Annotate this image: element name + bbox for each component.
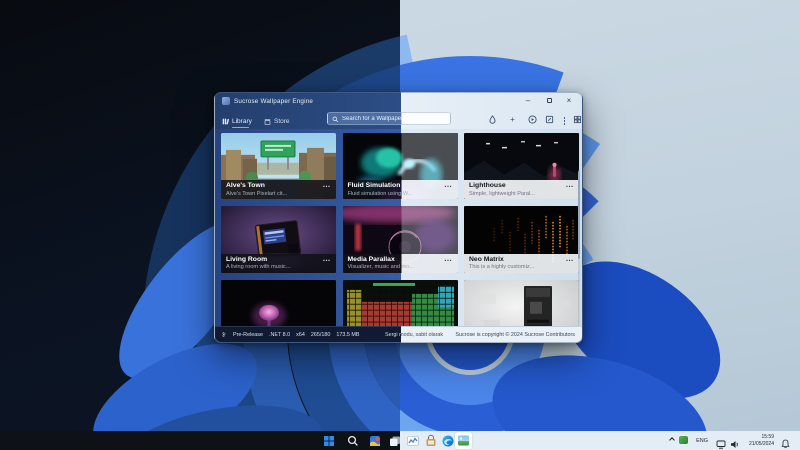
active-app-sucrose[interactable] (455, 432, 472, 449)
card-label: Neo Matrix This is a highly customiz... … (464, 254, 579, 273)
search-taskbar-button[interactable] (346, 434, 360, 448)
task-view-icon (388, 434, 402, 448)
wallpaper-card-alves-town[interactable]: Alve's Town Alve's Town Pixelart cit... … (221, 133, 336, 200)
report-icon[interactable] (544, 114, 555, 125)
tray-time: 15:59 (749, 434, 774, 441)
card-description: This is a highly customiz... (469, 264, 534, 270)
settings-icon[interactable] (572, 114, 583, 125)
wallpaper-card-neo-matrix[interactable]: Neo Matrix This is a highly customiz... … (464, 206, 579, 273)
droplet-icon[interactable] (487, 114, 498, 125)
scrollbar-thumb[interactable] (578, 171, 581, 259)
status-message: Sergi modu, sabit olarak (385, 332, 443, 338)
edge-icon (441, 434, 455, 448)
performance-icon (406, 434, 420, 448)
more-icon[interactable] (559, 114, 570, 125)
card-description: Alve's Town Pixelart cit... (226, 191, 287, 197)
search-icon (346, 434, 360, 448)
card-title: Fluid Simulation (348, 182, 401, 189)
close-button[interactable]: × (561, 95, 577, 107)
network-icon[interactable] (716, 436, 726, 445)
card-label: Media Parallax Visualizer, music and mo.… (343, 254, 458, 273)
volume-icon[interactable] (730, 436, 740, 445)
statusbar: Pre-Release .NET 8.0 x64 265/180 173.5 M… (215, 326, 582, 342)
card-title: Living Room (226, 256, 267, 263)
wallpaper-card-motherboard[interactable] (464, 280, 579, 329)
widgets-button[interactable] (368, 434, 382, 448)
status-left: Pre-Release .NET 8.0 x64 265/180 173.5 M… (222, 332, 359, 338)
active-tab-indicator (232, 127, 249, 129)
thumbnail-glow-flower (221, 280, 336, 329)
card-menu-button[interactable]: … (323, 254, 332, 263)
minimize-button[interactable]: – (520, 95, 536, 107)
maximize-button[interactable] (541, 95, 557, 107)
card-title: Lighthouse (469, 182, 506, 189)
card-description: A living room with music... (226, 264, 290, 270)
search-box[interactable] (327, 112, 451, 125)
search-icon (332, 116, 339, 123)
status-dotnet: .NET 8.0 (269, 332, 290, 338)
wallpaper-card-fluid-simulation[interactable]: Fluid Simulation Fluid simulation using … (343, 133, 458, 200)
store-bag-icon (424, 434, 438, 448)
wallpaper-grid: Alve's Town Alve's Town Pixelart cit... … (215, 129, 582, 328)
task-manager-button[interactable] (406, 434, 420, 448)
chevron-up-icon (669, 437, 675, 443)
start-button[interactable] (322, 434, 336, 448)
card-menu-button[interactable]: … (323, 180, 332, 189)
wallpaper-card-living-room[interactable]: Living Room A living room with music... … (221, 206, 336, 273)
tray-overflow-chevron[interactable] (670, 437, 676, 443)
window-title: Sucrose Wallpaper Engine (234, 98, 313, 105)
card-description: Fluid simulation using W... (348, 191, 413, 197)
add-wallpaper-icon[interactable]: + (507, 114, 518, 125)
widgets-icon (368, 434, 382, 448)
card-description: Visualizer, music and mo... (348, 264, 414, 270)
taskbar: ENG 15:59 21/05/2024 (0, 431, 800, 450)
card-title: Alve's Town (226, 182, 265, 189)
tray-sucrose-icon[interactable] (679, 436, 688, 444)
notification-bell-icon[interactable] (781, 436, 790, 446)
language-indicator[interactable]: ENG (696, 438, 708, 444)
card-menu-button[interactable]: … (444, 254, 453, 263)
status-arch: x64 (296, 332, 305, 338)
edge-button[interactable] (441, 434, 455, 448)
desktop: Sucrose Wallpaper Engine – × Library Sto… (0, 0, 800, 450)
task-view-button[interactable] (388, 434, 402, 448)
status-count: 265/180 (311, 332, 331, 338)
wallpaper-card-lighthouse[interactable]: Lighthouse Simple, lightweight Paral... … (464, 133, 579, 200)
app-window: Sucrose Wallpaper Engine – × Library Sto… (214, 92, 583, 343)
card-title: Media Parallax (348, 256, 395, 263)
card-label: Lighthouse Simple, lightweight Paral... … (464, 180, 579, 199)
status-copyright: Sucrose is copyright © 2024 Sucrose Cont… (455, 332, 575, 338)
card-menu-button[interactable]: … (566, 254, 575, 263)
card-menu-button[interactable]: … (566, 180, 575, 189)
wallpaper-card-media-parallax[interactable]: Media Parallax Visualizer, music and mo.… (343, 206, 458, 273)
wallpaper-app-icon (457, 434, 470, 447)
play-icon[interactable] (527, 114, 538, 125)
titlebar[interactable]: Sucrose Wallpaper Engine – × (215, 93, 582, 109)
wallpaper-card-periodic-table[interactable] (343, 280, 458, 329)
store-icon (264, 118, 271, 125)
app-icon (222, 97, 230, 105)
status-memory: 173.5 MB (336, 332, 359, 338)
windows-logo-icon (322, 434, 336, 448)
tab-library[interactable]: Library (222, 115, 252, 127)
card-label: Living Room A living room with music... … (221, 254, 336, 273)
library-icon (222, 118, 229, 125)
card-label: Alve's Town Alve's Town Pixelart cit... … (221, 180, 336, 199)
card-title: Neo Matrix (469, 256, 504, 263)
tray-date: 21/05/2024 (749, 441, 774, 448)
store-button[interactable] (424, 434, 438, 448)
thumbnail-periodic-table (343, 280, 458, 329)
status-release: Pre-Release (233, 332, 263, 338)
card-label: Fluid Simulation Fluid simulation using … (343, 180, 458, 199)
thumbnail-motherboard (464, 280, 579, 329)
tab-store[interactable]: Store (264, 115, 290, 127)
card-menu-button[interactable]: … (444, 180, 453, 189)
search-input[interactable] (342, 113, 422, 124)
card-description: Simple, lightweight Paral... (469, 191, 535, 197)
clock[interactable]: 15:59 21/05/2024 (749, 434, 774, 447)
wallpaper-card-glow-flower[interactable] (221, 280, 336, 329)
branch-icon (222, 332, 227, 337)
